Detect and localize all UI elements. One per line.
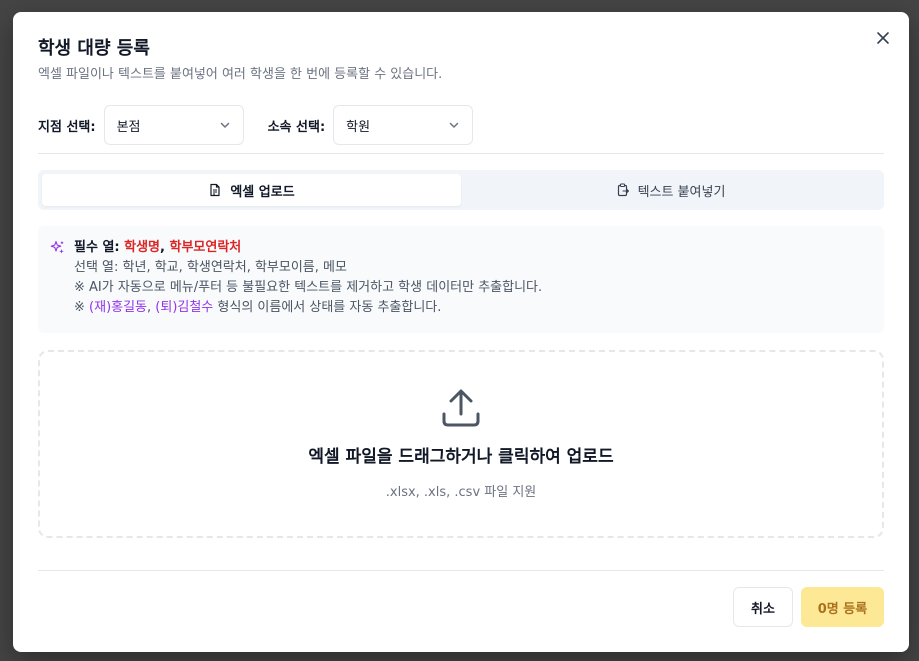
dropzone-formats: .xlsx, .xls, .csv 파일 지원 bbox=[385, 485, 537, 500]
tab-label: 엑셀 업로드 bbox=[230, 184, 295, 200]
required-separator: , bbox=[160, 240, 170, 255]
sparkles-icon bbox=[50, 240, 64, 254]
status-suffix: 형식의 이름에서 상태를 자동 추출합니다. bbox=[213, 300, 442, 315]
tab-label: 텍스트 붙여넣기 bbox=[637, 184, 726, 200]
affiliation-label: 소속 선택: bbox=[267, 119, 326, 135]
chevron-down-icon bbox=[220, 122, 229, 128]
status-example-2: (퇴)김철수 bbox=[155, 300, 214, 315]
branch-select[interactable]: 본점 bbox=[103, 105, 244, 145]
divider bbox=[38, 570, 884, 571]
dialog-subtitle: 엑셀 파일이나 텍스트를 붙여넣어 여러 학생을 한 번에 등록할 수 있습니다… bbox=[38, 67, 443, 82]
close-icon bbox=[877, 32, 889, 44]
required-prefix: 필수 열: bbox=[74, 240, 125, 255]
affiliation-select-value: 학원 bbox=[346, 119, 371, 135]
tab-text-paste[interactable]: 텍스트 붙여넣기 bbox=[461, 174, 880, 206]
required-columns: 필수 열: 학생명, 학부모연락처 bbox=[50, 238, 872, 258]
filter-bar: 지점 선택: 본점 소속 선택: 학원 bbox=[38, 105, 474, 145]
register-button[interactable]: 0명 등록 bbox=[801, 587, 884, 627]
column-info-panel: 필수 열: 학생명, 학부모연락처 선택 열: 학년, 학교, 학생연락처, 학… bbox=[38, 226, 884, 333]
clipboard-paste-icon bbox=[617, 183, 629, 197]
required-column-student-name: 학생명 bbox=[124, 240, 161, 255]
ai-note: ※ AI가 자동으로 메뉴/푸터 등 불필요한 텍스트를 제거하고 학생 데이터… bbox=[74, 280, 543, 295]
dialog-footer: 취소 0명 등록 bbox=[733, 587, 884, 627]
chevron-down-icon bbox=[449, 122, 459, 128]
dropzone-title: 엑셀 파일을 드래그하거나 클릭하여 업로드 bbox=[308, 447, 614, 467]
file-dropzone[interactable]: 엑셀 파일을 드래그하거나 클릭하여 업로드 .xlsx, .xls, .csv… bbox=[38, 350, 884, 538]
bulk-register-dialog: 학생 대량 등록 엑셀 파일이나 텍스트를 붙여넣어 여러 학생을 한 번에 등… bbox=[13, 12, 909, 652]
optional-columns: 선택 열: 학년, 학교, 학생연락처, 학부모이름, 메모 bbox=[74, 260, 347, 275]
cancel-button[interactable]: 취소 bbox=[733, 587, 793, 627]
upload-icon bbox=[442, 389, 480, 427]
status-note: ※ (재)홍길동, (퇴)김철수 형식의 이름에서 상태를 자동 추출합니다. bbox=[50, 298, 872, 318]
branch-select-value: 본점 bbox=[116, 119, 141, 135]
affiliation-select[interactable]: 학원 bbox=[333, 105, 474, 145]
tab-excel-upload[interactable]: 엑셀 업로드 bbox=[42, 174, 461, 206]
required-column-parent-contact: 학부모연락처 bbox=[169, 240, 242, 255]
file-spreadsheet-icon bbox=[210, 183, 220, 197]
branch-label: 지점 선택: bbox=[38, 119, 96, 135]
status-example-1: (재)홍길동 bbox=[89, 300, 148, 315]
upload-mode-tabs: 엑셀 업로드 텍스트 붙여넣기 bbox=[38, 170, 884, 210]
dialog-title: 학생 대량 등록 bbox=[38, 38, 150, 59]
status-prefix: ※ bbox=[74, 300, 90, 315]
divider bbox=[38, 153, 884, 154]
close-button[interactable] bbox=[873, 28, 893, 48]
